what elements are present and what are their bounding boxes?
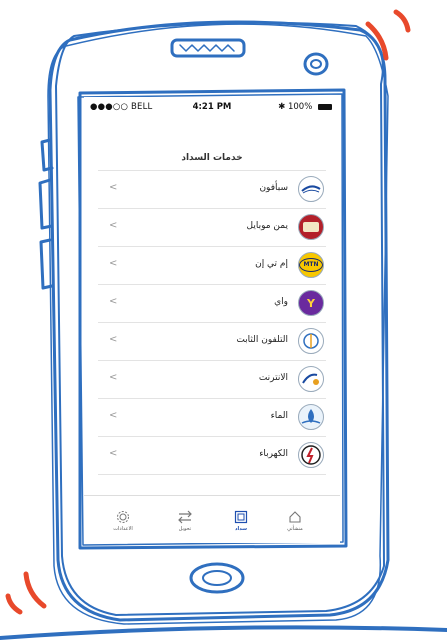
service-label: واي <box>274 297 288 307</box>
list-item[interactable]: < الكهرباء <box>98 436 326 475</box>
tab-home[interactable]: منشأتي <box>270 510 320 532</box>
tab-home-label: منشأتي <box>287 526 303 532</box>
payment-icon <box>234 510 248 524</box>
page-title: خدمات السداد <box>181 153 243 163</box>
list-item[interactable]: < التلفون الثابت <box>98 322 326 360</box>
sabafon-logo-icon <box>298 176 324 202</box>
bluetooth-icon: ✱ <box>278 102 286 112</box>
tab-payment-label: سداد <box>234 526 248 532</box>
battery-status: ✱ 100% <box>278 102 332 112</box>
yemennet-logo-icon <box>298 366 324 392</box>
status-bar: ●●●○○ BELL 4:21 PM ✱ 100% <box>84 97 340 117</box>
tab-transfer-label: تحويل <box>178 526 192 532</box>
tab-transfer[interactable]: تحويل <box>160 510 210 532</box>
service-label: الانترنت <box>258 373 288 383</box>
service-label: يمن موبايل <box>246 221 288 231</box>
list-item[interactable]: < الماء <box>98 398 326 436</box>
landline-logo-icon <box>298 328 324 354</box>
phone-screen: ●●●○○ BELL 4:21 PM ✱ 100% خدمات السداد <… <box>84 97 340 543</box>
electricity-logo-icon <box>298 442 324 468</box>
chevron-left-icon: < <box>109 372 118 383</box>
chevron-left-icon: < <box>109 334 118 345</box>
chevron-left-icon: < <box>109 410 118 421</box>
chevron-left-icon: < <box>109 258 118 269</box>
battery-percent: 100% <box>287 102 313 112</box>
gear-icon <box>117 511 129 523</box>
service-label: التلفون الثابت <box>236 335 288 345</box>
tab-bar: الاعدادات تحويل سداد منشأتي <box>84 495 340 543</box>
list-item[interactable]: < سبأفون <box>98 170 326 208</box>
y-logo-icon: Y <box>298 290 324 316</box>
home-icon <box>289 511 301 523</box>
service-label: الماء <box>270 411 288 421</box>
list-item[interactable]: < يمن موبايل <box>98 208 326 246</box>
tab-settings[interactable]: الاعدادات <box>98 510 148 532</box>
water-logo-icon <box>298 404 324 430</box>
tab-payment[interactable]: سداد <box>216 510 266 532</box>
battery-icon <box>318 103 332 110</box>
chevron-left-icon: < <box>109 220 118 231</box>
service-label: إم تي إن <box>255 259 288 269</box>
chevron-left-icon: < <box>109 448 118 459</box>
yemen-mobile-logo-icon <box>298 214 324 240</box>
chevron-left-icon: < <box>109 296 118 307</box>
list-item[interactable]: < إم تي إن MTN <box>98 246 326 284</box>
list-item[interactable]: < واي Y <box>98 284 326 322</box>
list-item[interactable]: < الانترنت <box>98 360 326 398</box>
services-list: < سبأفون < يمن موبايل < إم تي إن MTN < و… <box>98 170 326 475</box>
chevron-left-icon: < <box>109 182 118 193</box>
tab-settings-label: الاعدادات <box>113 526 133 532</box>
service-label: الكهرباء <box>259 449 288 459</box>
service-label: سبأفون <box>259 183 288 193</box>
mtn-logo-icon: MTN <box>298 252 324 278</box>
transfer-arrows-icon <box>178 510 192 524</box>
